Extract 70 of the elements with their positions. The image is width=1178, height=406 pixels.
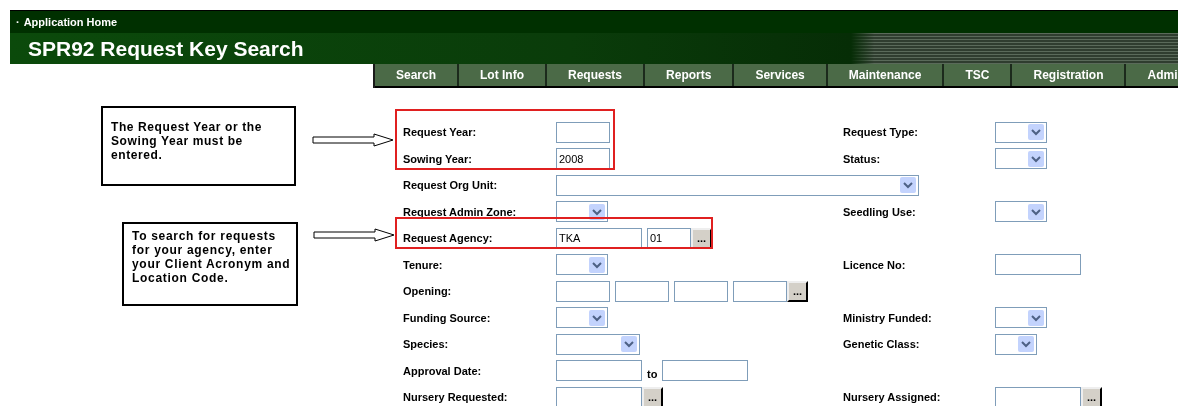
- field-label: Sowing Year:: [403, 152, 473, 165]
- chevron-down-icon: [1028, 150, 1044, 167]
- chevron-down-icon: [1028, 203, 1044, 220]
- field-label: Nursery Requested:: [403, 391, 509, 404]
- field-label: Request Year:: [403, 126, 478, 139]
- field-label: Licence No:: [843, 258, 907, 271]
- text-field[interactable]: [556, 386, 642, 406]
- chevron-down-icon: [621, 336, 637, 353]
- bullet-icon: ·: [16, 16, 20, 28]
- nav-tab[interactable]: Services: [734, 64, 828, 86]
- text-field[interactable]: [995, 254, 1081, 276]
- field-label: Tenure:: [403, 258, 444, 271]
- dropdown[interactable]: [556, 254, 608, 276]
- text-field[interactable]: [556, 360, 642, 382]
- arrow-icon: [312, 133, 394, 147]
- field-label: Species:: [403, 338, 450, 351]
- text-field[interactable]: [733, 280, 787, 302]
- field-label: Status:: [843, 152, 882, 165]
- field-label: Request Org Unit:: [403, 179, 499, 192]
- dropdown[interactable]: [995, 333, 1037, 355]
- nav-tab[interactable]: Admi: [1126, 64, 1178, 86]
- text-field[interactable]: TKA: [556, 227, 642, 249]
- text-field[interactable]: [995, 386, 1081, 406]
- text-field[interactable]: [662, 360, 749, 382]
- nav-tab[interactable]: TSC: [944, 64, 1013, 86]
- dropdown[interactable]: [556, 174, 919, 196]
- dropdown[interactable]: [556, 333, 640, 355]
- text-field[interactable]: 01: [647, 227, 691, 249]
- chevron-down-icon: [1028, 309, 1044, 326]
- nav-tab[interactable]: Registration: [1012, 64, 1127, 86]
- nav-tab[interactable]: Requests: [547, 64, 646, 86]
- chevron-down-icon: [900, 177, 916, 194]
- field-label: Seedling Use:: [843, 205, 917, 218]
- dropdown[interactable]: [995, 121, 1047, 143]
- range-word: to: [647, 367, 658, 380]
- nav-tab[interactable]: Maintenance: [827, 64, 945, 86]
- field-label: Request Admin Zone:: [403, 205, 518, 218]
- field-label: Ministry Funded:: [843, 311, 933, 324]
- lookup-button[interactable]: ...: [787, 280, 808, 302]
- callout-note: The Request Year or the Sowing Year must be entered.: [101, 106, 296, 186]
- page-title: SPR92 Request Key Search: [28, 36, 304, 61]
- field-label: Funding Source:: [403, 311, 492, 324]
- dropdown[interactable]: [556, 307, 608, 329]
- breadcrumb-link[interactable]: Application Home: [23, 16, 118, 28]
- nav-tab[interactable]: Reports: [645, 64, 735, 86]
- dropdown[interactable]: [995, 307, 1047, 329]
- dropdown[interactable]: [995, 148, 1047, 170]
- field-label: Genetic Class:: [843, 338, 921, 351]
- field-label: Approval Date:: [403, 364, 483, 377]
- field-label: Opening:: [403, 285, 453, 298]
- field-label: Request Agency:: [403, 232, 494, 245]
- text-field[interactable]: [615, 280, 669, 302]
- nav-tab[interactable]: Lot Info: [459, 64, 547, 86]
- chevron-down-icon: [1028, 124, 1044, 141]
- callout-note: To search for requests for your agency, enter your Client Acronym and Location Code.: [122, 222, 298, 306]
- chevron-down-icon: [1018, 336, 1034, 353]
- text-field[interactable]: 2008: [556, 148, 610, 170]
- nav-tab[interactable]: Search: [375, 64, 460, 86]
- arrow-icon: [313, 228, 395, 242]
- dropdown[interactable]: [556, 201, 608, 223]
- field-label: Nursery Assigned:: [843, 391, 942, 404]
- chevron-down-icon: [589, 256, 605, 273]
- text-field[interactable]: [674, 280, 728, 302]
- lookup-button[interactable]: ...: [642, 386, 663, 406]
- text-field[interactable]: [556, 280, 610, 302]
- dropdown[interactable]: [995, 201, 1047, 223]
- field-label: Request Type:: [843, 126, 919, 139]
- text-field[interactable]: [556, 121, 610, 143]
- lookup-button[interactable]: ...: [1081, 386, 1102, 406]
- chevron-down-icon: [589, 309, 605, 326]
